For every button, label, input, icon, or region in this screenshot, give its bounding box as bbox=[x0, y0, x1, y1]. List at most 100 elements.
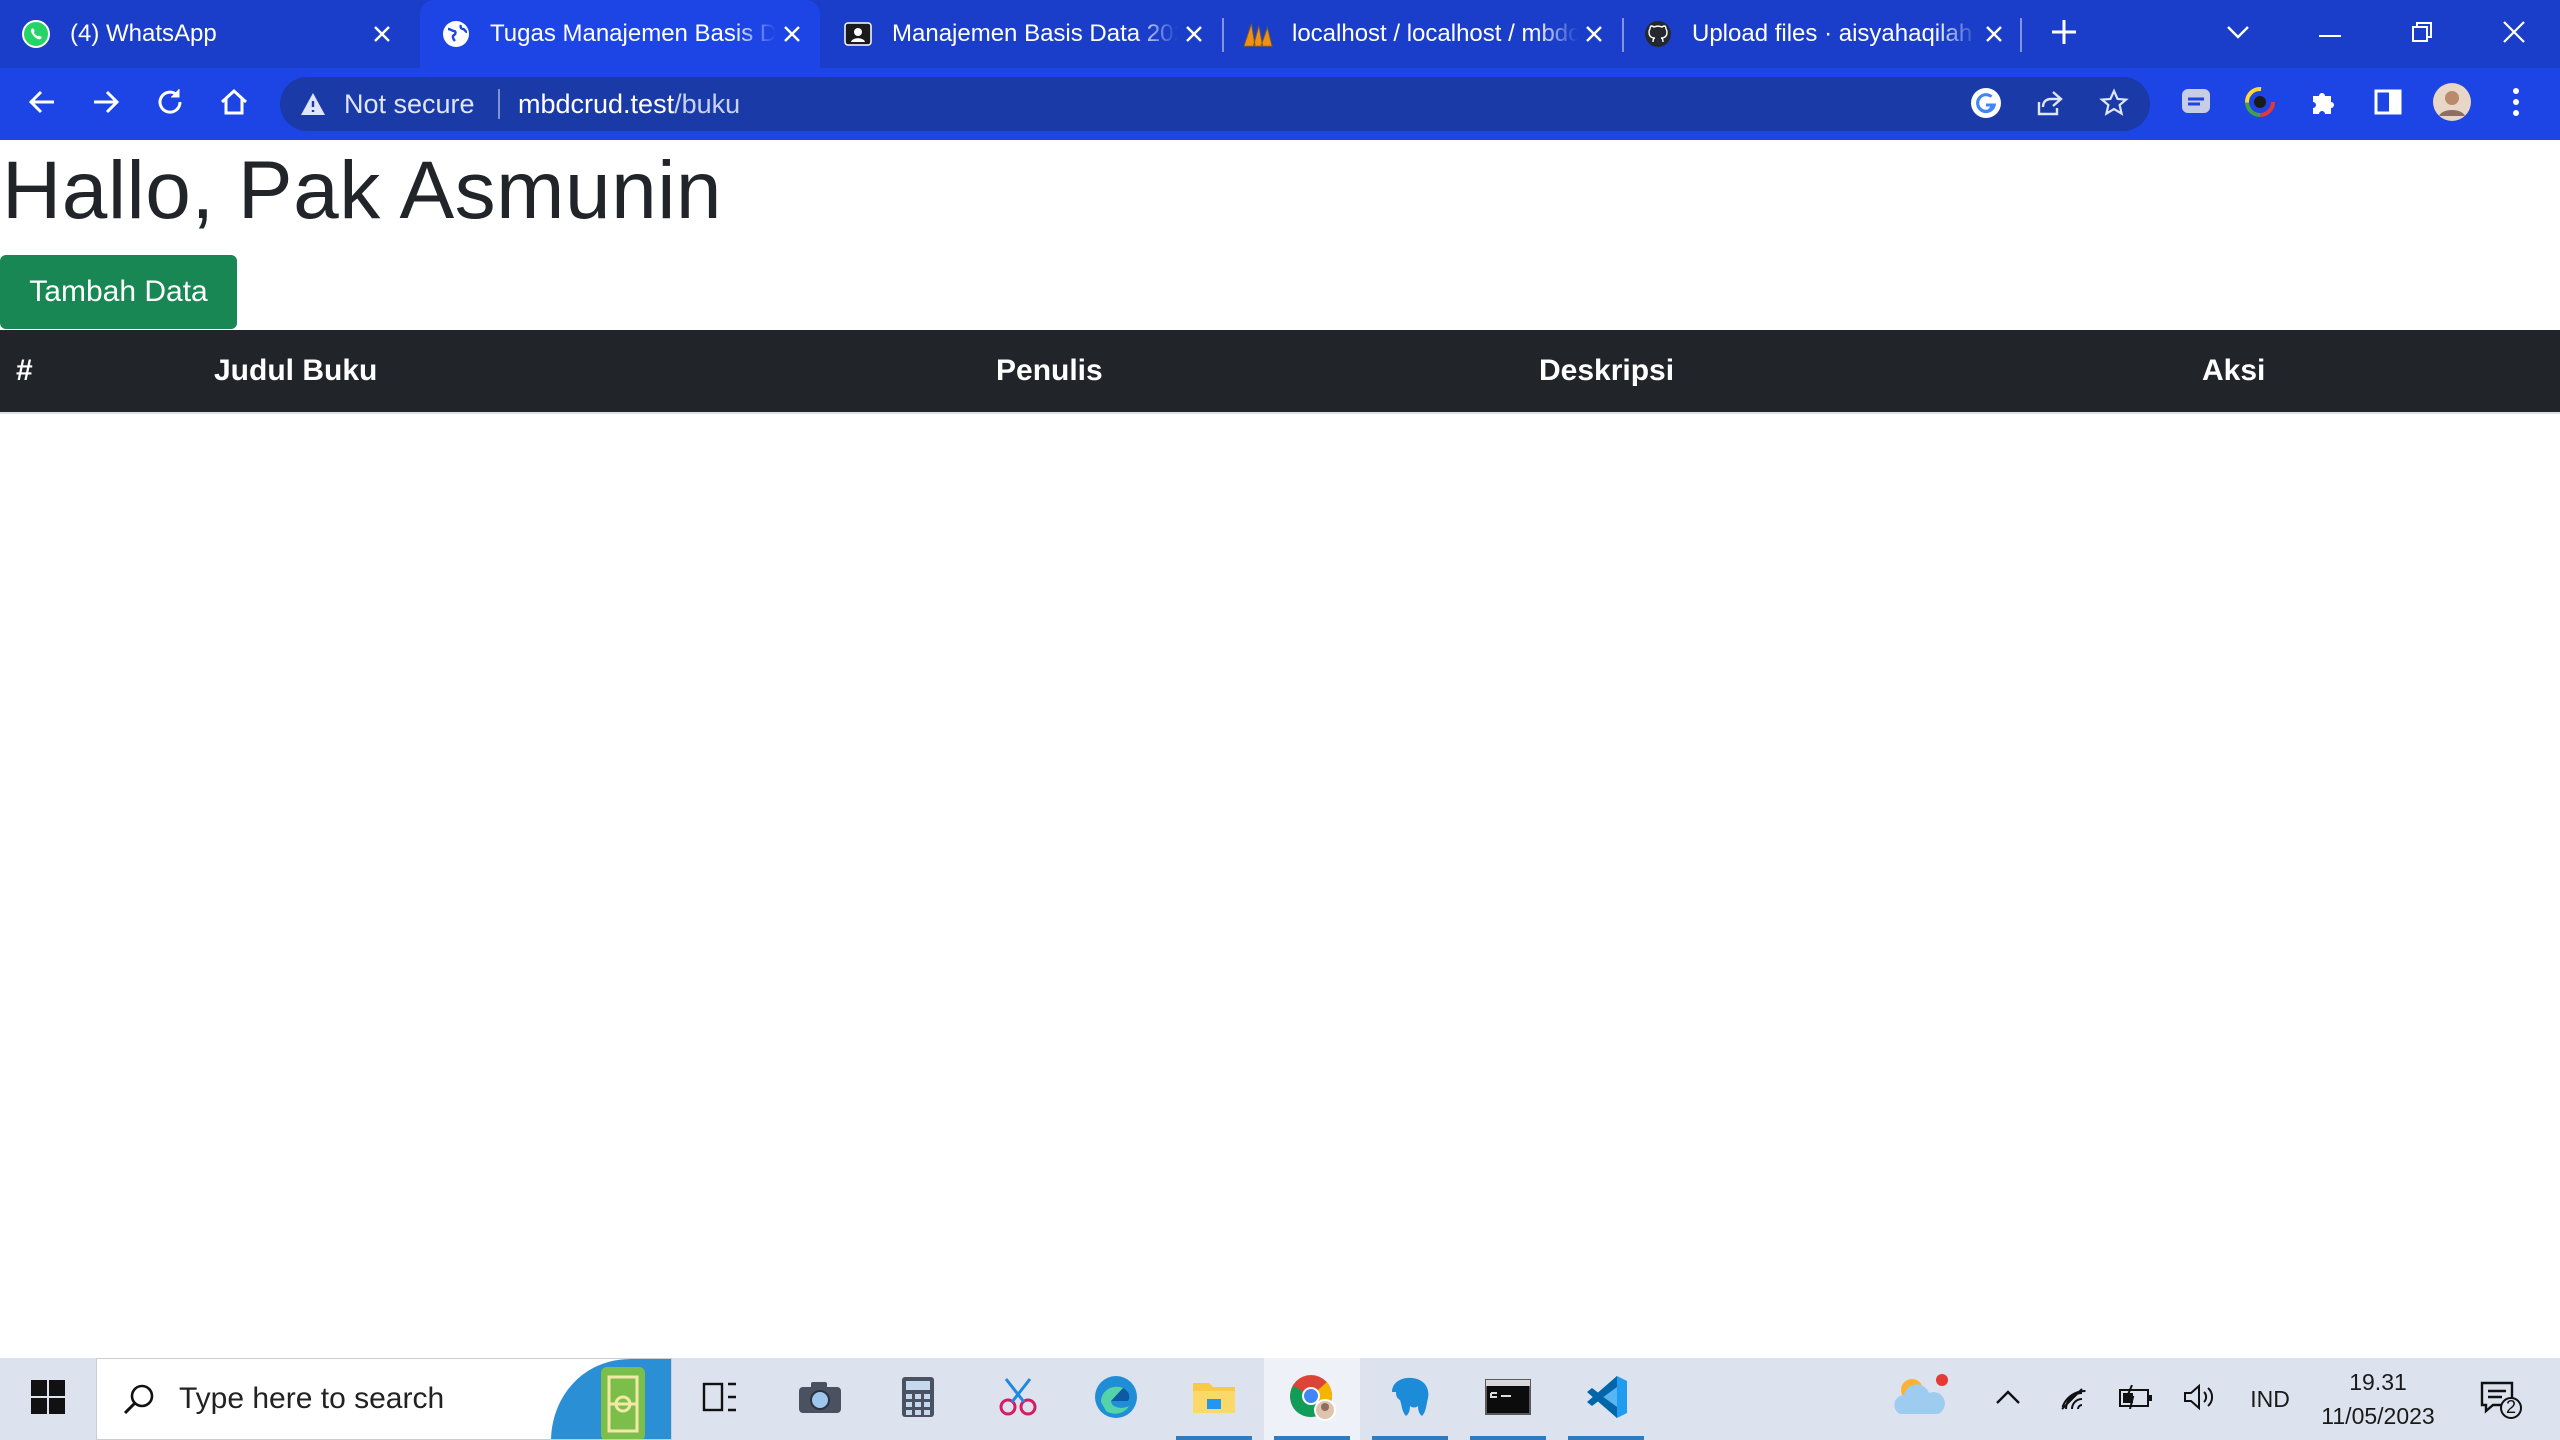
phpmyadmin-icon bbox=[1242, 18, 1274, 50]
edge-app[interactable] bbox=[1068, 1358, 1164, 1440]
tableplus-app[interactable] bbox=[1362, 1358, 1458, 1440]
weather-widget[interactable] bbox=[1880, 1358, 1960, 1440]
bookmark-button[interactable] bbox=[2094, 85, 2134, 125]
reload-icon bbox=[155, 87, 185, 122]
terminal-app[interactable] bbox=[1460, 1358, 1556, 1440]
close-icon[interactable] bbox=[1978, 18, 2010, 50]
new-tab-button[interactable] bbox=[2020, 0, 2108, 68]
clock-date: 11/05/2023 bbox=[2321, 1403, 2435, 1429]
side-panel-button[interactable] bbox=[2362, 78, 2414, 130]
column-header-judul-buku: Judul Buku bbox=[214, 354, 378, 387]
file-explorer-app[interactable] bbox=[1166, 1358, 1262, 1440]
wifi-icon bbox=[2058, 1383, 2090, 1416]
table-header: # Judul Buku Penulis Deskripsi Aksi bbox=[0, 330, 2560, 412]
books-table: # Judul Buku Penulis Deskripsi Aksi bbox=[0, 330, 2560, 414]
calculator-app[interactable] bbox=[870, 1358, 966, 1440]
google-lens-button[interactable] bbox=[1966, 85, 2006, 125]
tab-phpmyadmin[interactable]: localhost / localhost / mbdcrud bbox=[1222, 0, 1622, 68]
battery-button[interactable] bbox=[2116, 1358, 2156, 1440]
search-icon bbox=[119, 1379, 159, 1419]
column-header-aksi: Aksi bbox=[2202, 354, 2266, 387]
close-icon[interactable] bbox=[1578, 18, 1610, 50]
omnibox-divider bbox=[498, 89, 500, 119]
chrome-app[interactable] bbox=[1264, 1358, 1360, 1440]
snipping-tool-icon bbox=[996, 1375, 1040, 1424]
vscode-app[interactable] bbox=[1558, 1358, 1654, 1440]
running-indicator bbox=[1372, 1436, 1448, 1440]
url-path: /buku bbox=[674, 88, 741, 119]
language-indicator[interactable]: IND bbox=[2240, 1358, 2300, 1440]
whatsapp-icon bbox=[20, 18, 52, 50]
task-view-button[interactable] bbox=[672, 1358, 768, 1440]
volume-button[interactable] bbox=[2180, 1358, 2220, 1440]
search-input[interactable] bbox=[179, 1382, 509, 1416]
taskbar-search[interactable] bbox=[96, 1358, 672, 1440]
tab-github-upload[interactable]: Upload files · aisyahaqilah bbox=[1622, 0, 2022, 68]
running-indicator bbox=[1470, 1436, 1546, 1440]
close-icon[interactable] bbox=[366, 18, 398, 50]
search-highlight-icon bbox=[551, 1359, 671, 1439]
speaker-icon bbox=[2183, 1383, 2217, 1416]
home-button[interactable] bbox=[208, 78, 260, 130]
restore-button[interactable] bbox=[2376, 0, 2468, 68]
chrome-icon bbox=[1287, 1372, 1337, 1427]
close-icon[interactable] bbox=[1178, 18, 1210, 50]
column-header-penulis: Penulis bbox=[996, 354, 1103, 387]
minimize-button[interactable] bbox=[2284, 0, 2376, 68]
reload-button[interactable] bbox=[144, 78, 196, 130]
url-text[interactable]: mbdcrud.test/buku bbox=[518, 77, 740, 131]
page-title: Hallo, Pak Asmunin bbox=[2, 145, 723, 236]
globe-icon bbox=[440, 18, 472, 50]
home-icon bbox=[219, 87, 249, 122]
network-button[interactable] bbox=[2054, 1358, 2094, 1440]
github-icon bbox=[1642, 18, 1674, 50]
kebab-menu-icon bbox=[2512, 87, 2520, 122]
tab-tugas-manajemen[interactable]: Tugas Manajemen Basis Data bbox=[420, 0, 820, 68]
address-bar[interactable]: Not secure mbdcrud.test/buku bbox=[280, 77, 2150, 131]
profile-button[interactable] bbox=[2426, 78, 2478, 130]
close-icon bbox=[2503, 20, 2525, 48]
tab-title: Tugas Manajemen Basis Data bbox=[490, 20, 776, 47]
arrow-left-icon bbox=[27, 87, 57, 122]
chevron-up-icon bbox=[1995, 1389, 2021, 1410]
close-window-button[interactable] bbox=[2468, 0, 2560, 68]
notification-center-button[interactable]: 2 bbox=[2474, 1358, 2530, 1440]
running-indicator bbox=[1176, 1436, 1252, 1440]
menu-button[interactable] bbox=[2490, 78, 2542, 130]
back-button[interactable] bbox=[16, 78, 68, 130]
tab-manajemen-basis-data[interactable]: Manajemen Basis Data 2023 bbox=[822, 0, 1222, 68]
calculator-icon bbox=[900, 1375, 936, 1424]
clock[interactable]: 19.31 11/05/2023 bbox=[2306, 1358, 2450, 1440]
star-icon bbox=[2099, 87, 2129, 123]
close-icon[interactable] bbox=[776, 18, 808, 50]
edge-icon bbox=[1093, 1374, 1139, 1425]
vscode-icon bbox=[1583, 1374, 1629, 1425]
security-indicator[interactable]: Not secure bbox=[300, 77, 475, 131]
tab-whatsapp[interactable]: (4) WhatsApp bbox=[0, 0, 410, 68]
windows-taskbar: IND 19.31 11/05/2023 2 bbox=[0, 1358, 2560, 1440]
tab-title: Manajemen Basis Data 2023 bbox=[892, 20, 1178, 47]
tab-title: (4) WhatsApp bbox=[70, 20, 217, 47]
terminal-icon bbox=[1485, 1378, 1531, 1420]
camera-app[interactable] bbox=[772, 1358, 868, 1440]
color-wheel-icon bbox=[2244, 86, 2276, 123]
snipping-tool-app[interactable] bbox=[970, 1358, 1066, 1440]
start-button[interactable] bbox=[0, 1358, 96, 1440]
forward-button[interactable] bbox=[80, 78, 132, 130]
extension-color-button[interactable] bbox=[2234, 78, 2286, 130]
avatar bbox=[2432, 82, 2472, 127]
add-data-button[interactable]: Tambah Data bbox=[0, 255, 237, 329]
tab-title: Upload files · aisyahaqilah bbox=[1692, 20, 1973, 47]
tab-search-button[interactable] bbox=[2192, 0, 2284, 68]
show-hidden-icons-button[interactable] bbox=[1988, 1358, 2028, 1440]
tab-title: localhost / localhost / mbdcrud bbox=[1292, 20, 1578, 47]
windows-logo-icon bbox=[31, 1379, 65, 1419]
running-indicator bbox=[1274, 1436, 1350, 1440]
extension-chat-button[interactable] bbox=[2170, 78, 2222, 130]
share-button[interactable] bbox=[2030, 85, 2070, 125]
url-host: mbdcrud.test bbox=[518, 88, 675, 119]
tableplus-icon bbox=[1386, 1374, 1434, 1425]
running-indicator bbox=[1568, 1436, 1644, 1440]
camera-icon bbox=[797, 1379, 843, 1420]
extensions-button[interactable] bbox=[2298, 78, 2350, 130]
